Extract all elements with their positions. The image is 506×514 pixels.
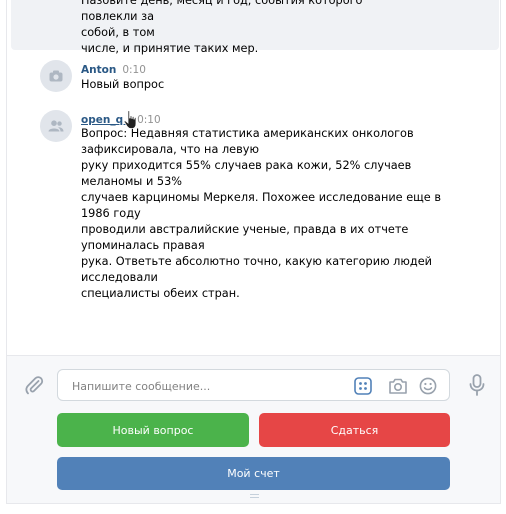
hand-cursor-icon (123, 110, 137, 129)
message-line: Новый вопрос (81, 78, 165, 91)
message-line: рука. Ответьте абсолютно точно, какую ка… (81, 255, 433, 268)
avatar[interactable] (40, 110, 72, 142)
previous-message-line: собой, в том (81, 26, 155, 39)
group-icon (48, 120, 64, 132)
message-line: руку приходится 55% случаев рака кожи, 5… (81, 159, 412, 172)
previous-message-line: Назовите день, месяц и год, события кото… (81, 0, 363, 23)
message-line: 1986 году (81, 207, 141, 220)
message-line: случаев карциномы Меркеля. Похожее иссле… (81, 191, 441, 204)
camera-icon (49, 70, 63, 82)
message-time: 0:10 (137, 114, 161, 126)
emoji-smile-icon[interactable] (419, 377, 437, 395)
message-line: упоминалась правая (81, 239, 205, 252)
message-text: Вопрос: Недавняя статистика американских… (81, 126, 441, 302)
message-input[interactable] (70, 370, 334, 402)
keyboard-grid-icon[interactable] (354, 377, 372, 395)
message-composer: Новый вопрос Сдаться Мой счет (7, 355, 500, 503)
new-question-button[interactable]: Новый вопрос (57, 413, 249, 447)
message-input-box[interactable] (57, 369, 450, 402)
chat-window: Назовите день, месяц и год, события кото… (6, 0, 501, 504)
message-line: зафиксировала, что на левую (81, 143, 259, 156)
give-up-button[interactable]: Сдаться (259, 413, 450, 447)
paperclip-icon[interactable] (23, 374, 45, 396)
avatar[interactable] (40, 60, 72, 92)
message-line: специалисты обеих стран. (81, 287, 240, 300)
message-line: проводили австралийские ученые, правда в… (81, 223, 409, 236)
message-line: меланомы и 53% (81, 175, 182, 188)
my-score-button[interactable]: Мой счет (57, 457, 450, 490)
resize-handle[interactable] (250, 494, 259, 499)
message-text: Новый вопрос (81, 77, 441, 93)
microphone-icon[interactable] (466, 373, 488, 397)
previous-message-text: Назовите день, месяц и год, события кото… (81, 0, 421, 57)
previous-message-highlighted: Назовите день, месяц и год, события кото… (11, 0, 499, 55)
previous-message-line: числе, и принятие таких мер. (81, 42, 259, 55)
message-time: 0:10 (122, 64, 146, 76)
message-author[interactable]: Anton (81, 64, 116, 76)
camera-icon[interactable] (388, 377, 408, 395)
message-line: исследовали (81, 271, 158, 284)
